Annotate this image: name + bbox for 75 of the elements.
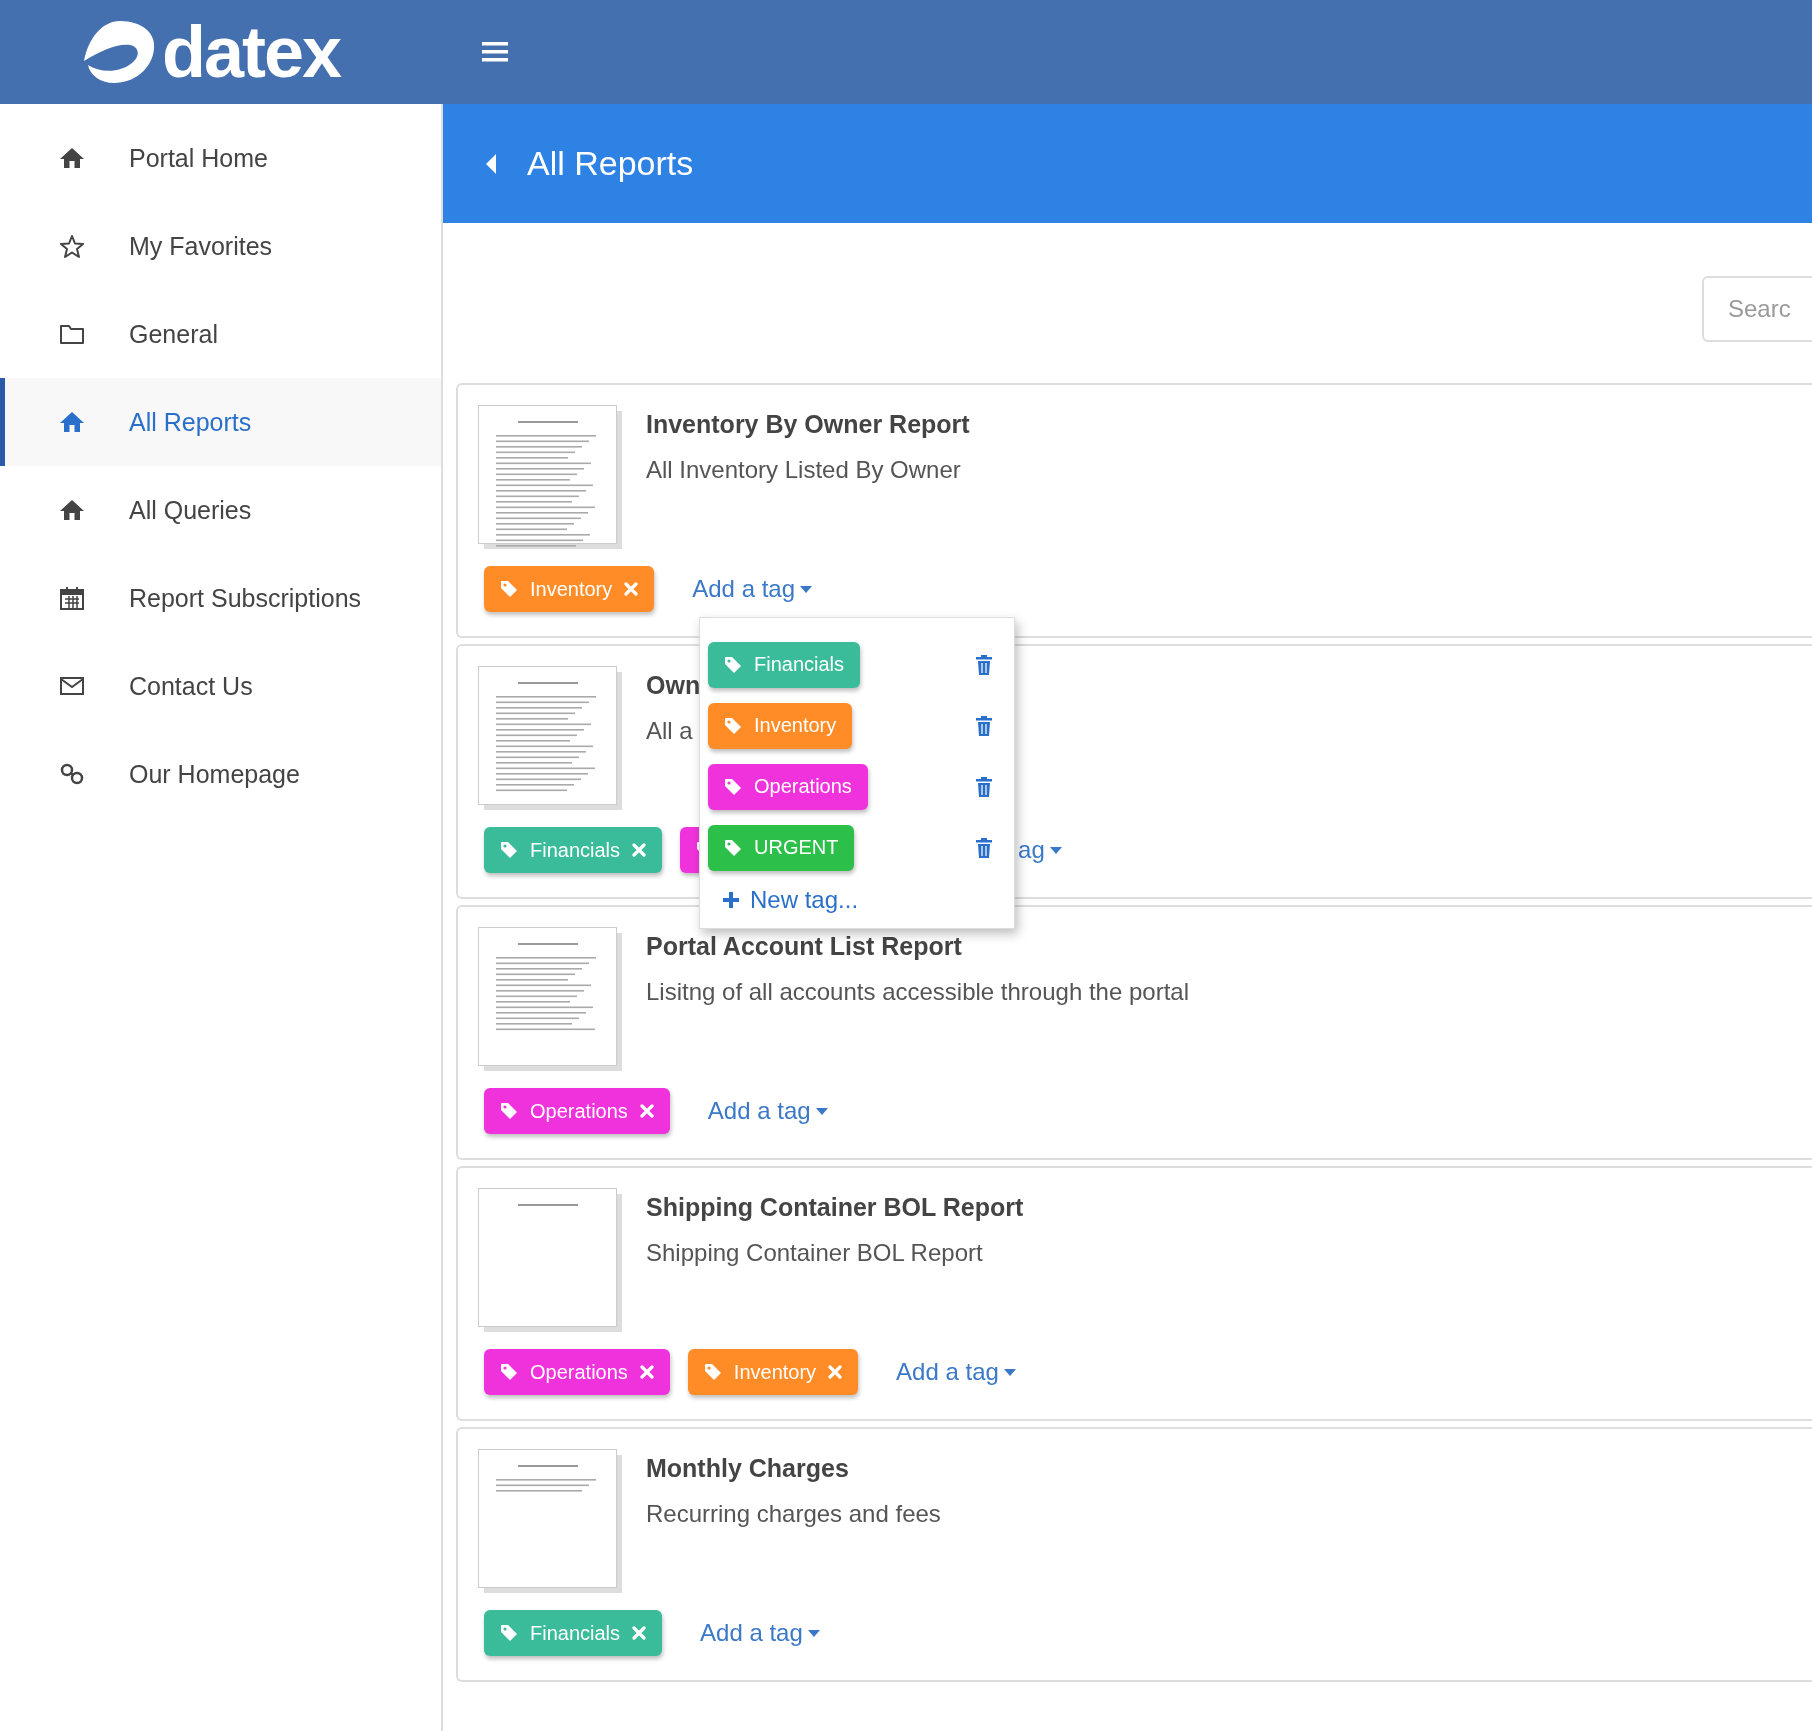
report-description: Shipping Container BOL Report [646, 1238, 984, 1268]
new-tag-link[interactable]: New tag... [722, 886, 859, 914]
report-title[interactable]: Inventory By Owner Report [646, 409, 970, 439]
home-icon [59, 498, 85, 522]
tag-icon [724, 838, 742, 857]
add-tag-link[interactable]: Add a tag [707, 1097, 828, 1125]
report-description: Recurring charges and fees [646, 1499, 941, 1529]
menu-icon[interactable] [482, 42, 508, 62]
calendar-icon [59, 586, 85, 610]
report-description: All Inventory Listed By Owner [646, 455, 962, 485]
add-tag-link[interactable]: Add a tag [896, 1358, 1016, 1386]
remove-icon[interactable] [639, 1365, 654, 1379]
search-field[interactable]: Searc [1702, 276, 1812, 342]
home-icon [59, 146, 85, 170]
tag-icon [724, 777, 742, 796]
trash-icon[interactable] [976, 715, 992, 736]
sidebar-item[interactable]: All Reports [0, 378, 441, 466]
remove-icon[interactable] [639, 1104, 654, 1118]
plus-icon [722, 891, 740, 909]
tag-icon [500, 580, 518, 598]
tag-icon [500, 841, 518, 859]
sidebar-item[interactable]: Report Subscriptions [0, 554, 441, 642]
trash-icon[interactable] [976, 776, 992, 797]
tag-icon [724, 655, 742, 674]
remove-icon[interactable] [632, 843, 647, 857]
tag-icon [724, 716, 742, 735]
sidebar-item[interactable]: Our Homepage [0, 730, 441, 818]
remove-icon[interactable] [632, 1626, 647, 1640]
tag-chip[interactable]: Financials [484, 1610, 663, 1656]
sidebar-item[interactable]: All Queries [0, 466, 441, 554]
tag-icon [500, 1102, 518, 1120]
add-tag-link[interactable]: Add a tag [700, 1619, 820, 1647]
tag-icon [703, 1363, 722, 1381]
tag-icon [500, 1363, 518, 1381]
sidebar-item[interactable]: My Favorites [0, 202, 441, 290]
add-tag-link[interactable]: Add a tag [692, 575, 812, 603]
report-title[interactable]: Portal Account List Report [646, 931, 1189, 961]
report-title[interactable]: Shipping Container BOL Report [646, 1192, 1024, 1222]
report-thumbnail[interactable] [478, 405, 623, 550]
report-title[interactable]: Monthly Charges [646, 1453, 941, 1483]
add-tag-link[interactable]: ag [1018, 836, 1062, 864]
sidebar-item[interactable]: Portal Home [0, 114, 441, 202]
envelope-icon [59, 674, 85, 698]
caret-icon [1049, 846, 1062, 854]
tag-icon [500, 1624, 518, 1642]
folder-icon [59, 322, 85, 346]
sidebar-item[interactable]: Contact Us [0, 642, 441, 730]
report-thumbnail[interactable] [478, 1449, 623, 1594]
report-thumbnail[interactable] [478, 666, 623, 811]
caret-icon [800, 585, 812, 593]
report-thumbnail[interactable] [478, 927, 623, 1072]
back-icon[interactable] [485, 153, 497, 174]
caret-icon [1003, 1368, 1016, 1376]
caret-icon [815, 1107, 828, 1115]
caret-icon [807, 1629, 820, 1637]
tag-chip[interactable]: Operations [708, 763, 868, 810]
trash-icon[interactable] [976, 837, 992, 858]
report-thumbnail[interactable] [478, 1188, 623, 1333]
tag-chip[interactable]: Financials [484, 827, 663, 873]
link-icon [59, 762, 85, 786]
report-description: Lisitng of all accounts accessible through the portal [646, 977, 1189, 1007]
tag-chip[interactable]: URGENT [708, 824, 855, 871]
tag-chip[interactable]: Financials [708, 641, 861, 688]
home-icon [59, 410, 85, 434]
trash-icon[interactable] [976, 654, 992, 675]
page-title: All Reports [527, 144, 694, 183]
star-icon [59, 234, 85, 258]
report-title[interactable]: Own [646, 670, 701, 700]
remove-icon[interactable] [624, 582, 639, 596]
logo-text[interactable]: datex [162, 16, 341, 88]
report-description: All a [646, 716, 694, 746]
remove-icon[interactable] [828, 1365, 843, 1379]
tag-chip[interactable]: Operations [484, 1088, 670, 1134]
tag-chip[interactable]: Operations [484, 1349, 670, 1395]
sidebar-item[interactable]: General [0, 290, 441, 378]
